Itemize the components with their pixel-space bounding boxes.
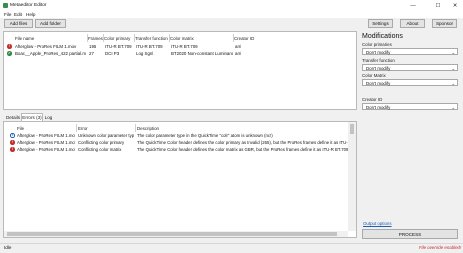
file-row[interactable]: ! Afterglow - ProRes FILM 1.mov 195 ITU-… [4,43,357,50]
chevron-down-icon: ⌄ [451,104,455,110]
column-header-creator-id[interactable]: Creator ID [234,36,254,41]
color-primaries-label: Color primaries [362,42,392,47]
column-separator [135,124,136,132]
menu-edit[interactable]: Edit [14,12,22,17]
color-primaries-select[interactable]: Don't modify ⌄ [362,48,458,55]
chevron-down-icon: ⌄ [451,49,455,55]
title-bar [0,0,463,11]
select-value: Don't modify [366,81,391,86]
menu-bar [0,11,463,18]
creator-id-cell: arri [235,51,242,56]
column-header-frames[interactable]: Frames [88,36,103,41]
column-header-error[interactable]: Error [78,126,88,131]
error-type-cell: Conflicting color primary [78,140,125,145]
window-title: Metaeditor Editor [10,3,47,8]
chevron-down-icon: ⌄ [451,80,455,86]
errors-table: File Error Description i Afterglow - Pro… [3,121,357,238]
error-icon: ! [10,147,15,152]
check-status-icon: ✓ [7,50,12,56]
tab-details[interactable]: Details [5,113,21,121]
error-description-cell: The QuickTime Color header defines the c… [137,147,348,152]
error-description-cell: The color parameter type in the QuickTim… [137,133,273,138]
tab-log[interactable]: Log [43,113,54,121]
column-header-color-primary[interactable]: Color primary [104,36,130,41]
color-matrix-select[interactable]: Don't modify ⌄ [362,79,458,86]
add-folder-button[interactable]: Add folder [35,19,66,28]
frames-cell: 27 [89,51,94,56]
column-header-transfer-function[interactable]: Transfer function [135,36,168,41]
info-icon: i [10,133,15,138]
error-file-cell: Afterglow - ProRes FILM 1.mov [17,147,75,152]
column-header-file[interactable]: File [17,126,24,131]
select-value: Don't modify [366,66,391,71]
frames-cell: 195 [89,44,97,49]
column-header-description[interactable]: Description [137,126,159,131]
vertical-scrollbar-thumb[interactable] [350,124,354,134]
error-row[interactable]: ! Afterglow - ProRes FILM 1.mov Conflict… [4,139,349,146]
creator-id-select[interactable]: Don't modify ⌄ [362,103,458,110]
creator-id-cell: arri [235,44,242,49]
close-icon[interactable]: ✕ [448,1,462,10]
error-type-cell: Conflicting color matrix [78,147,122,152]
column-header-color-matrix[interactable]: Color matrix [170,36,194,41]
maximize-icon[interactable]: ☐ [431,1,445,10]
menu-file[interactable]: File [4,12,11,17]
color-matrix-label: Color Matrix [362,73,386,78]
add-files-button[interactable]: Add files [4,19,33,28]
creator-id-label: Creator ID [362,97,383,102]
error-file-cell: Afterglow - ProRes FILM 1.mov [17,133,75,138]
error-file-cell: Afterglow - ProRes FILM 1.mov [17,140,75,145]
sponsor-button[interactable]: Sponsor [432,19,457,28]
app-logo-icon [3,3,8,8]
error-row[interactable]: ! Afterglow - ProRes FILM 1.mov Conflict… [4,146,349,153]
status-text: Idle [4,245,12,250]
minimize-icon[interactable]: — [406,1,420,10]
error-type-cell: Unknown color parameter type [78,133,134,138]
modifications-title: Modifications [362,33,403,40]
file-name-cell: Afterglow - ProRes FILM 1.mov [15,44,77,49]
transfer-function-cell: ITU-R BT.709 [136,44,163,49]
chevron-down-icon: ⌄ [451,65,455,71]
color-matrix-cell: ITU-R BT.709 [171,44,198,49]
error-status-icon: ! [7,43,12,49]
file-override-warning: File override enabled! [419,245,462,250]
transfer-function-label: Transfer function [362,58,395,63]
error-description-cell: The QuickTime Color header defines the c… [137,140,348,145]
vertical-scrollbar[interactable] [348,122,356,231]
color-primary-cell: ITU-R BT.709 [105,44,132,49]
select-value: Don't modify [366,50,391,55]
column-header-file-name[interactable]: File name [15,36,34,41]
horizontal-scrollbar-thumb[interactable] [7,232,337,236]
file-name-cell: Boac__Apple_ProRes_422 partial.mov [15,51,86,56]
settings-button[interactable]: Settings [368,19,393,28]
files-table: File name Frames Color primary Transfer … [3,31,357,110]
tab-errors[interactable]: Errors (3) [21,113,43,121]
about-button[interactable]: About [400,19,425,28]
select-value: Don't modify [366,105,391,110]
process-button[interactable]: PROCESS [362,229,458,239]
color-primary-cell: DCI P3 [105,51,120,56]
output-options-link[interactable]: Output options [363,221,392,226]
error-icon: ! [10,140,15,145]
transfer-function-select[interactable]: Don't modify ⌄ [362,64,458,71]
column-separator [76,124,77,132]
transfer-function-cell: Log Sgnl [136,51,154,56]
file-row[interactable]: ✓ Boac__Apple_ProRes_422 partial.mov 27 … [4,50,357,57]
status-bar [0,243,463,253]
color-matrix-cell: BT2020 Non-constant Luminance [171,51,233,56]
error-row[interactable]: i Afterglow - ProRes FILM 1.mov Unknown … [4,132,349,139]
menu-help[interactable]: Help [26,12,35,17]
